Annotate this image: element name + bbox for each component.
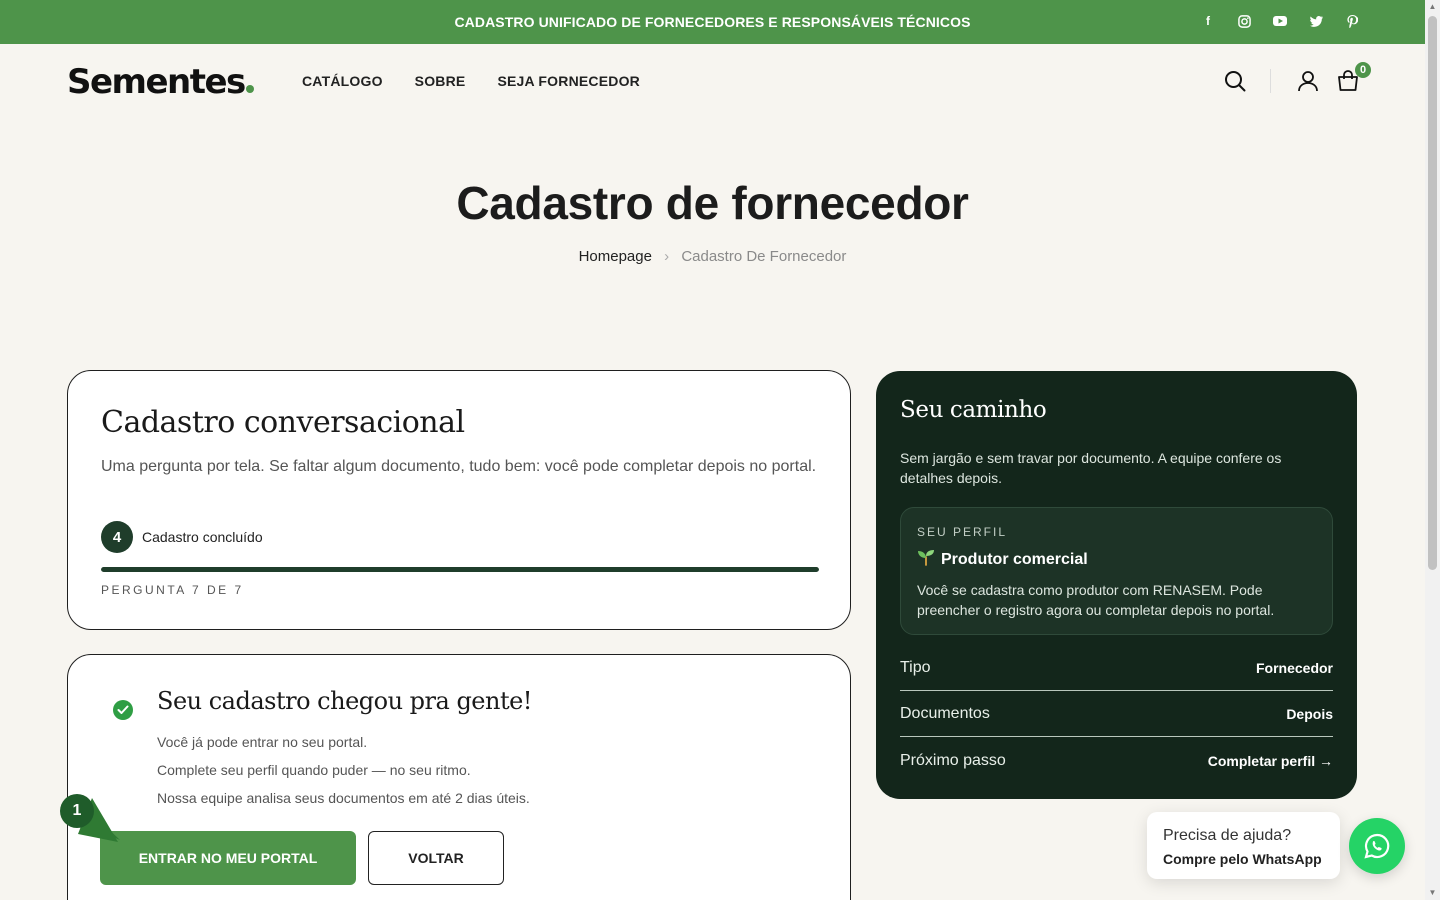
conversational-form-card: Cadastro conversacional Uma pergunta por… [67,370,851,630]
complete-profile-link[interactable]: Completar perfil → [1208,753,1333,769]
success-message: Nossa equipe analisa seus documentos em … [157,790,530,806]
row-value: Depois [1286,705,1333,722]
youtube-icon[interactable] [1271,12,1289,30]
profile-label: SEU PERFIL [917,525,1008,539]
scroll-up-icon[interactable]: ▲ [1428,2,1437,12]
row-key: Documentos [900,704,990,722]
path-sidebar: Seu caminho Sem jargão e sem travar por … [876,371,1357,799]
header-divider [1270,69,1271,93]
cart-count-badge: 0 [1355,62,1371,78]
logo-dot [245,85,254,93]
instagram-icon[interactable] [1235,12,1253,30]
chevron-right-icon: › [664,248,670,265]
breadcrumb-home[interactable]: Homepage [579,248,652,265]
progress-bar [101,567,819,572]
profile-title: Produtor comercial [941,550,1088,568]
breadcrumb-current: Cadastro De Fornecedor [681,248,847,265]
row-key: Próximo passo [900,752,1006,769]
nav-catalogo[interactable]: CATÁLOGO [302,73,383,89]
whatsapp-icon[interactable] [1349,818,1405,874]
breadcrumb: Homepage › Cadastro De Fornecedor [0,248,1425,265]
scrollbar-thumb[interactable] [1428,16,1437,570]
profile-box: SEU PERFIL Produtor comercial Você se ca… [900,507,1333,635]
user-icon[interactable] [1295,68,1321,94]
form-subtitle: Uma pergunta por tela. Se faltar algum d… [101,458,817,475]
step-indicator: 4 Cadastro concluído [101,521,263,553]
enter-portal-button[interactable]: ENTRAR NO MEU PORTAL [100,831,356,885]
success-message: Complete seu perfil quando puder — no se… [157,762,471,778]
twitter-icon[interactable] [1307,12,1325,30]
step-label: Cadastro concluído [142,529,263,545]
main-nav: CATÁLOGO SOBRE SEJA FORNECEDOR [302,73,640,89]
announcement-text: CADASTRO UNIFICADO DE FORNECEDORES E RES… [454,14,971,30]
page-hero: Cadastro de fornecedor Homepage › Cadast… [0,120,1425,307]
cart-icon[interactable]: 0 [1335,62,1371,94]
profile-title-row: Produtor comercial [917,548,1088,571]
announcement-bar: CADASTRO UNIFICADO DE FORNECEDORES E RES… [0,0,1425,44]
sprout-icon [917,548,935,571]
row-key: Tipo [900,658,931,676]
nav-sobre[interactable]: SOBRE [415,73,466,89]
check-circle-icon [113,700,133,720]
profile-description: Você se cadastra como produtor com RENAS… [917,582,1275,618]
summary-row-proximo-passo: Próximo passo Completar perfil → [900,738,1333,784]
step-number: 4 [101,521,133,553]
site-header: Sementes CATÁLOGO SOBRE SEJA FORNECEDOR … [0,44,1425,120]
pinterest-icon[interactable] [1343,12,1361,30]
success-title: Seu cadastro chegou pra gente! [157,687,532,715]
success-card: Seu cadastro chegou pra gente! Você já p… [67,654,851,900]
success-message: Você já pode entrar no seu portal. [157,734,368,750]
help-subtitle: Compre pelo WhatsApp [1163,851,1322,867]
page-title: Cadastro de fornecedor [456,177,969,229]
sidebar-title: Seu caminho [900,397,1047,423]
summary-row-documentos: Documentos Depois [900,691,1333,737]
summary-row-tipo: Tipo Fornecedor [900,645,1333,691]
help-title: Precisa de ajuda? [1163,827,1292,844]
pointer-number: 1 [60,794,94,828]
scroll-down-icon[interactable]: ▼ [1428,888,1437,898]
progress-fill [101,567,819,572]
header-icons: 0 [1222,62,1371,94]
back-button[interactable]: VOLTAR [368,831,504,885]
nav-seja-fornecedor[interactable]: SEJA FORNECEDOR [497,73,640,89]
sidebar-intro: Sem jargão e sem travar por documento. A… [900,450,1282,486]
question-counter: PERGUNTA 7 DE 7 [101,583,244,597]
logo[interactable]: Sementes [67,62,254,102]
page-scrollbar[interactable]: ▲ ▼ [1425,0,1440,900]
row-value: Fornecedor [1255,659,1333,676]
form-title: Cadastro conversacional [101,405,465,440]
social-links: f [1199,12,1361,30]
search-icon[interactable] [1222,68,1248,94]
logo-text: Sementes [67,62,246,102]
help-bubble[interactable]: Precisa de ajuda? Compre pelo WhatsApp [1147,812,1340,879]
facebook-icon[interactable]: f [1199,12,1217,30]
